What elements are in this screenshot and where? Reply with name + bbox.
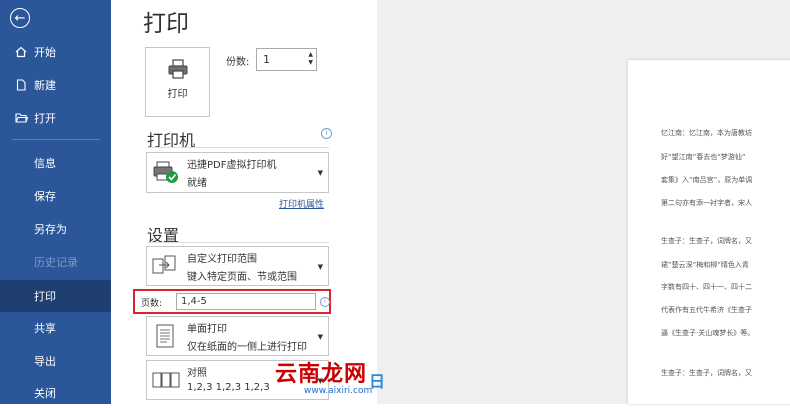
copies-value: 1	[263, 53, 270, 66]
preview-text-line: 套集》入“南吕宫”，原为单调	[661, 176, 753, 184]
custom-range-icon	[151, 253, 179, 283]
preview-text-line: 裙”楚云深”梅和柳”晴色入青	[661, 261, 749, 269]
nav-label: 导出	[34, 355, 56, 368]
new-document-icon	[14, 78, 28, 92]
nav-label: 历史记录	[34, 256, 78, 269]
print-range-dropdown[interactable]: 自定义打印范围 键入特定页面、节或范围 ▼	[146, 246, 329, 286]
spinner-arrows-icon[interactable]: ▲ ▼	[308, 51, 313, 67]
page-title: 打印	[143, 11, 189, 37]
nav-history: 历史记录	[0, 246, 111, 278]
printer-dropdown[interactable]: 迅捷PDF虚拟打印机 就绪 ▼	[146, 152, 329, 193]
back-arrow-icon[interactable]: ←	[10, 8, 30, 28]
preview-page: 忆江南：忆江南，本为唐教坊 好“望江南”春去也“梦游仙” 套集》入“南吕宫”，原…	[628, 60, 790, 404]
printer-status: 就绪	[187, 178, 207, 189]
pages-label: 页数:	[141, 299, 163, 309]
nav-close[interactable]: 关闭	[0, 377, 111, 409]
chevron-down-icon: ▼	[317, 263, 323, 271]
preview-text-line: 字数有四十、四十一、四十二	[661, 283, 752, 291]
preview-text-line: 生查子：生查子，词牌名，又	[661, 369, 752, 377]
copies-label: 份数:	[226, 57, 250, 68]
nav-save-as[interactable]: 另存为	[0, 213, 111, 245]
nav-label: 信息	[34, 157, 56, 170]
nav-open[interactable]: 打开	[0, 102, 111, 134]
nav-label: 打开	[34, 112, 56, 125]
nav-label: 新建	[34, 79, 56, 92]
preview-text-line: 代表作有五代牛希济《生查子	[661, 306, 752, 314]
section-divider	[147, 147, 329, 148]
print-preview-pane: 忆江南：忆江南，本为唐教坊 好“望江南”春去也“梦游仙” 套集》入“南吕宫”，原…	[377, 0, 790, 404]
preview-text-line: 好“望江南”春去也“梦游仙”	[661, 153, 746, 161]
printer-icon	[167, 58, 189, 84]
copies-stepper[interactable]: 1 ▲ ▼	[256, 48, 317, 71]
chevron-down-icon: ▼	[317, 169, 323, 177]
pages-field-highlight: 页数: 1,4-5 i	[133, 289, 331, 314]
sides-dropdown[interactable]: 单面打印 仅在纸面的一侧上进行打印 ▼	[146, 316, 329, 356]
nav-home[interactable]: 开始	[0, 36, 111, 68]
nav-share[interactable]: 共享	[0, 312, 111, 344]
nav-divider	[12, 139, 100, 140]
printer-name: 迅捷PDF虚拟打印机	[187, 160, 277, 171]
preview-text-line: 第二句亦有添一衬字者，宋人	[661, 199, 752, 207]
preview-text-line: 生查子：生查子，词牌名，又	[661, 237, 752, 245]
home-icon	[14, 45, 28, 59]
nav-label: 共享	[34, 322, 56, 335]
sides-title: 单面打印	[187, 324, 227, 335]
backstage-sidebar: ← 开始 新建 打开 信息 保存 另存为 历史记录 打印 共享 导出 关闭	[0, 0, 111, 404]
nav-label: 开始	[34, 46, 56, 59]
sides-description: 仅在纸面的一侧上进行打印	[187, 342, 307, 353]
nav-label: 打印	[34, 290, 56, 303]
chevron-down-icon: ▼	[317, 333, 323, 341]
nav-export[interactable]: 导出	[0, 345, 111, 377]
nav-info[interactable]: 信息	[0, 147, 111, 179]
preview-text-line: 忆江南：忆江南，本为唐教坊	[661, 129, 752, 137]
print-settings-panel: 打印 打印 份数: 1 ▲ ▼ 打印机 i 迅捷PDF虚拟打印机 就绪 ▼ 打印…	[111, 0, 377, 404]
collate-title: 对照	[187, 368, 207, 379]
printer-ready-icon	[151, 159, 179, 189]
range-title: 自定义打印范围	[187, 254, 257, 265]
open-folder-icon	[14, 111, 28, 125]
single-sided-icon	[151, 323, 179, 355]
nav-label: 另存为	[34, 223, 67, 236]
section-divider	[147, 242, 329, 243]
watermark-text: 云南龙网	[275, 362, 368, 387]
print-button[interactable]: 打印	[145, 47, 210, 117]
print-button-label: 打印	[167, 89, 188, 100]
nav-save[interactable]: 保存	[0, 180, 111, 212]
nav-label: 关闭	[34, 387, 56, 400]
info-icon[interactable]: i	[320, 297, 330, 307]
range-description: 键入特定页面、节或范围	[187, 272, 297, 283]
printer-properties-link[interactable]: 打印机属性	[279, 197, 324, 210]
preview-text-line: 逼《生查子·关山魂梦长》等。	[661, 329, 755, 337]
pages-input[interactable]: 1,4-5	[176, 293, 316, 310]
nav-new[interactable]: 新建	[0, 69, 111, 101]
nav-label: 保存	[34, 190, 56, 203]
collated-icon	[151, 367, 181, 397]
info-icon[interactable]: i	[321, 128, 332, 139]
watermark-url: www.aixiri.com	[304, 386, 373, 396]
collate-description: 1,2,3 1,2,3 1,2,3	[187, 382, 270, 393]
nav-print[interactable]: 打印	[0, 280, 111, 312]
